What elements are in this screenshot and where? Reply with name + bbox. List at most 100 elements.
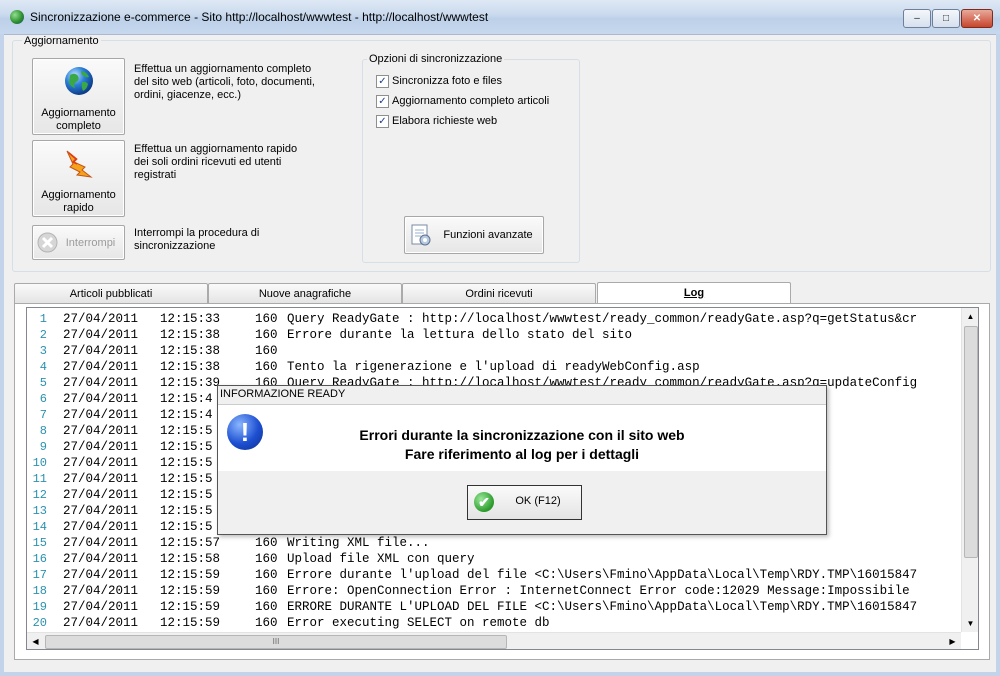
informazione-dialog: INFORMAZIONE READY ! Errori durante la s… bbox=[217, 385, 827, 535]
aggiornamento-rapido-desc-2: dei soli ordini ricevuti ed utenti bbox=[134, 156, 282, 168]
log-time: 12:15:38 bbox=[160, 328, 221, 342]
log-time: 12:15:4 bbox=[160, 392, 213, 406]
line-number: 6 bbox=[39, 392, 47, 406]
dialog-title: INFORMAZIONE READY bbox=[220, 388, 346, 400]
log-date: 27/04/2011 bbox=[63, 392, 139, 406]
funzioni-avanzate-button[interactable]: Funzioni avanzate bbox=[404, 216, 544, 254]
aggiornamento-completo-label-2: completo bbox=[56, 120, 101, 132]
lightning-arrow-icon bbox=[66, 150, 93, 178]
tab-log[interactable]: Log bbox=[597, 282, 791, 304]
log-date: 27/04/2011 bbox=[63, 360, 139, 374]
aggiornamento-rapido-label-1: Aggiornamento bbox=[41, 189, 116, 201]
interrompi-button[interactable]: Interrompi bbox=[32, 225, 125, 260]
log-code: 160 bbox=[255, 584, 278, 598]
log-date: 27/04/2011 bbox=[63, 440, 139, 454]
ok-label: OK (F12) bbox=[515, 495, 561, 507]
line-number: 4 bbox=[39, 360, 47, 374]
log-time: 12:15:59 bbox=[160, 584, 221, 598]
window-frame-right bbox=[996, 34, 1000, 676]
checkmark-icon: ✔ bbox=[474, 492, 494, 512]
tab-articoli-pubblicati[interactable]: Articoli pubblicati bbox=[14, 283, 208, 304]
hscroll-thumb[interactable]: III bbox=[45, 635, 507, 649]
line-number: 3 bbox=[39, 344, 47, 358]
line-number: 15 bbox=[32, 536, 47, 550]
line-number: 14 bbox=[32, 520, 47, 534]
window-frame-bottom bbox=[0, 672, 1000, 676]
log-message: Query ReadyGate : http://localhost/wwwte… bbox=[287, 312, 918, 326]
scroll-up-arrow-icon[interactable]: ▲ bbox=[962, 308, 978, 325]
log-message: Errore durante la lettura dello stato de… bbox=[287, 328, 633, 342]
dialog-title-bar: INFORMAZIONE READY bbox=[218, 386, 826, 405]
ok-button[interactable]: ✔ OK (F12) bbox=[467, 485, 582, 520]
line-number: 13 bbox=[32, 504, 47, 518]
aggiornamento-rapido-button[interactable]: Aggiornamento rapido bbox=[32, 140, 125, 217]
close-button[interactable]: ✕ bbox=[961, 9, 993, 28]
line-number: 9 bbox=[39, 440, 47, 454]
log-time: 12:15:5 bbox=[160, 456, 213, 470]
log-time: 12:15:59 bbox=[160, 568, 221, 582]
tab-nuove-anagrafiche[interactable]: Nuove anagrafiche bbox=[208, 283, 402, 304]
log-time: 12:15:59 bbox=[160, 600, 221, 614]
log-code: 160 bbox=[255, 536, 278, 550]
log-code: 160 bbox=[255, 360, 278, 374]
aggiornamento-completo-desc-3: ordini, giacenze, ecc.) bbox=[134, 89, 241, 101]
line-number: 5 bbox=[39, 376, 47, 390]
line-number: 8 bbox=[39, 424, 47, 438]
interrompi-desc-1: Interrompi la procedura di bbox=[134, 227, 260, 239]
log-time: 12:15:5 bbox=[160, 504, 213, 518]
log-date: 27/04/2011 bbox=[63, 568, 139, 582]
aggiornamento-group-label: Aggiornamento bbox=[22, 35, 101, 47]
sincronizza-foto-checkbox[interactable]: ✓ bbox=[376, 75, 389, 88]
maximize-button[interactable]: □ bbox=[932, 9, 960, 28]
aggiornamento-completo-desc-2: del sito web (articoli, foto, documenti, bbox=[134, 76, 315, 88]
log-date: 27/04/2011 bbox=[63, 408, 139, 422]
aggiornamento-completo-button[interactable]: Aggiornamento completo bbox=[32, 58, 125, 135]
log-code: 160 bbox=[255, 600, 278, 614]
horizontal-scrollbar[interactable]: ◀ III ▶ bbox=[27, 632, 961, 649]
scroll-right-arrow-icon[interactable]: ▶ bbox=[944, 633, 961, 649]
line-number: 17 bbox=[32, 568, 47, 582]
dialog-body: ! Errori durante la sincronizzazione con… bbox=[218, 405, 826, 471]
scroll-left-arrow-icon[interactable]: ◀ bbox=[27, 633, 44, 649]
interrompi-desc-2: sincronizzazione bbox=[134, 240, 216, 252]
line-number: 12 bbox=[32, 488, 47, 502]
line-number: 7 bbox=[39, 408, 47, 422]
log-date: 27/04/2011 bbox=[63, 344, 139, 358]
log-code: 160 bbox=[255, 616, 278, 630]
vertical-scrollbar[interactable]: ▲ ▼ bbox=[961, 308, 978, 632]
opzioni-group-label: Opzioni di sincronizzazione bbox=[367, 53, 505, 65]
aggiornamento-completo-label-1: Aggiornamento bbox=[41, 107, 116, 119]
log-date: 27/04/2011 bbox=[63, 312, 139, 326]
line-number: 2 bbox=[39, 328, 47, 342]
log-time: 12:15:58 bbox=[160, 552, 221, 566]
minimize-button[interactable]: – bbox=[903, 9, 931, 28]
aggiornamento-completo-desc-1: Effettua un aggiornamento completo bbox=[134, 63, 312, 75]
log-date: 27/04/2011 bbox=[63, 584, 139, 598]
scroll-thumb[interactable] bbox=[964, 326, 978, 558]
log-code: 160 bbox=[255, 552, 278, 566]
log-date: 27/04/2011 bbox=[63, 616, 139, 630]
log-time: 12:15:5 bbox=[160, 472, 213, 486]
log-time: 12:15:5 bbox=[160, 520, 213, 534]
title-bar: Sincronizzazione e-commerce - Sito http:… bbox=[0, 0, 1000, 35]
elabora-richieste-web-checkbox[interactable]: ✓ bbox=[376, 115, 389, 128]
log-time: 12:15:4 bbox=[160, 408, 213, 422]
aggiornamento-completo-articoli-label: Aggiornamento completo articoli bbox=[392, 95, 550, 107]
scroll-down-arrow-icon[interactable]: ▼ bbox=[962, 615, 978, 632]
log-date: 27/04/2011 bbox=[63, 504, 139, 518]
log-time: 12:15:5 bbox=[160, 424, 213, 438]
elabora-richieste-web-label: Elabora richieste web bbox=[392, 115, 498, 127]
log-message: Error executing SELECT on remote db bbox=[287, 616, 550, 630]
aggiornamento-completo-articoli-checkbox[interactable]: ✓ bbox=[376, 95, 389, 108]
log-date: 27/04/2011 bbox=[63, 376, 139, 390]
window-title: Sincronizzazione e-commerce - Sito http:… bbox=[30, 10, 489, 24]
log-code: 160 bbox=[255, 312, 278, 326]
log-message: Errore: OpenConnection Error : InternetC… bbox=[287, 584, 910, 598]
aggiornamento-rapido-desc-1: Effettua un aggiornamento rapido bbox=[134, 143, 298, 155]
window-frame-left bbox=[0, 34, 4, 676]
funzioni-avanzate-label: Funzioni avanzate bbox=[443, 229, 533, 241]
log-date: 27/04/2011 bbox=[63, 328, 139, 342]
log-time: 12:15:5 bbox=[160, 440, 213, 454]
tab-ordini-ricevuti[interactable]: Ordini ricevuti bbox=[402, 283, 596, 304]
line-number: 11 bbox=[32, 472, 47, 486]
